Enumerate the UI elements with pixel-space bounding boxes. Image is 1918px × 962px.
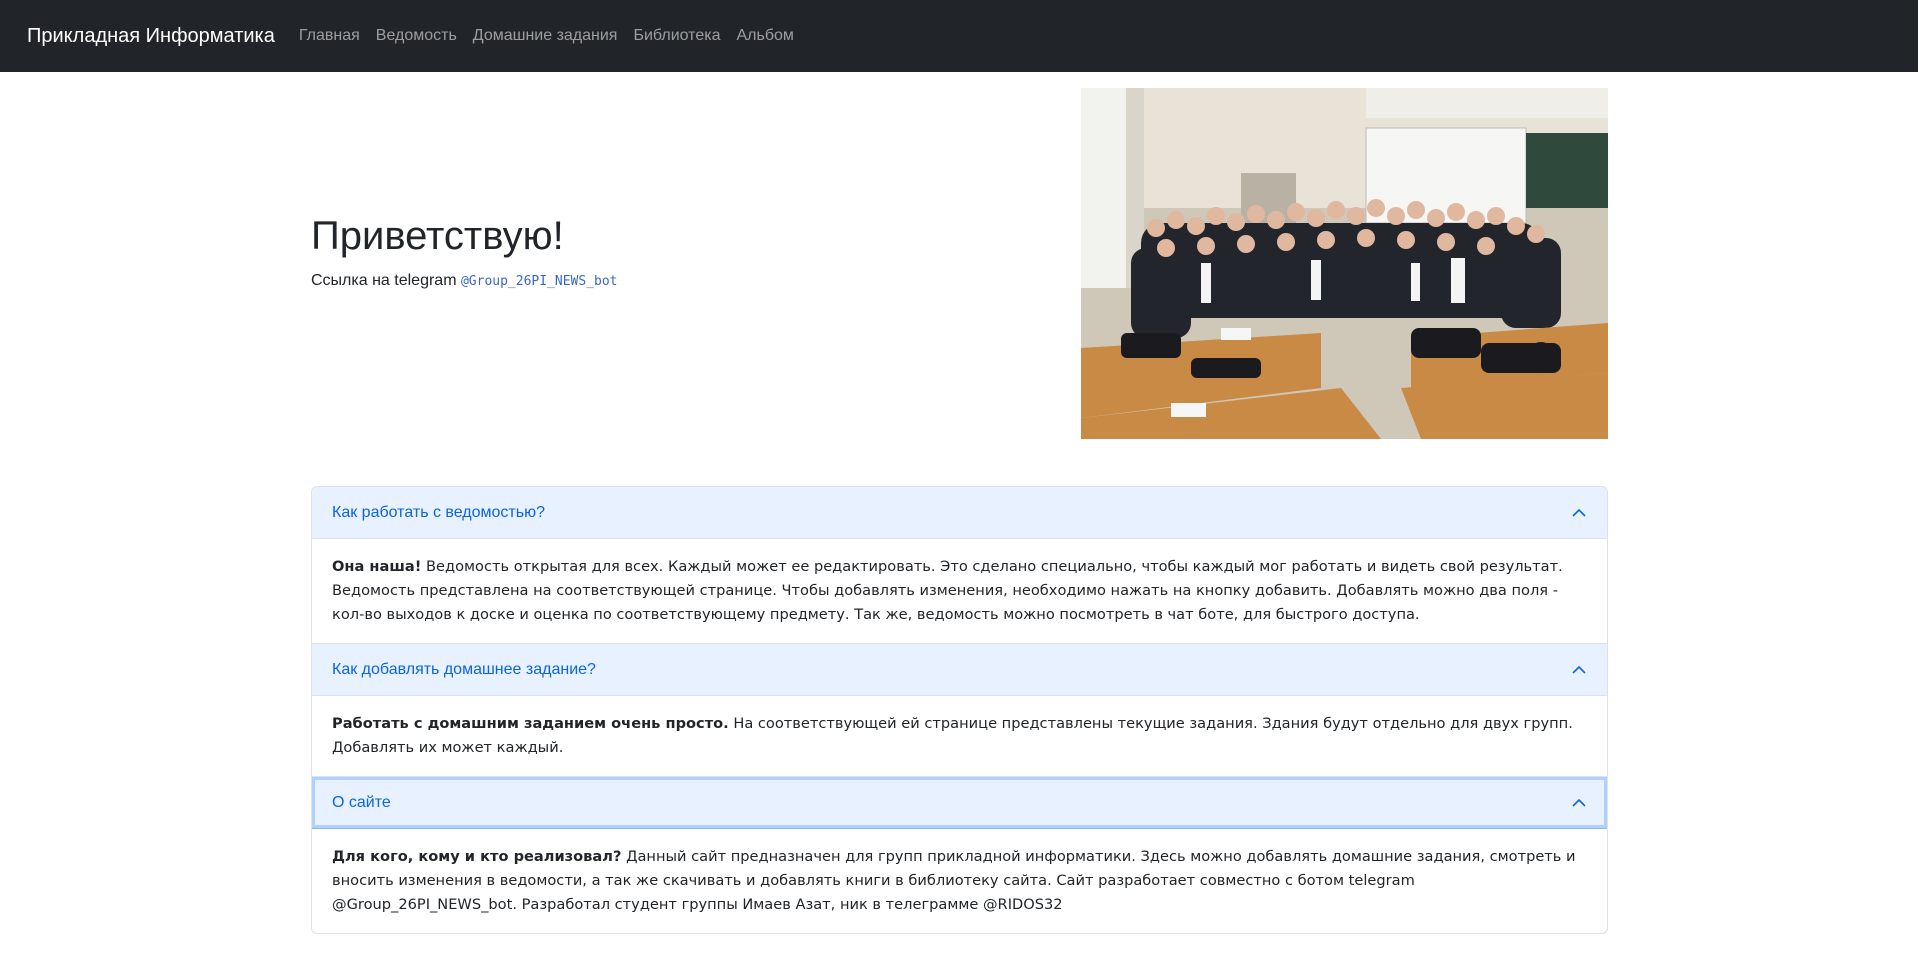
accordion-body-about: Для кого, кому и кто реализовал? Данный … bbox=[312, 829, 1607, 933]
accordion-header-gradebook[interactable]: Как работать с ведомостью? bbox=[312, 487, 1607, 539]
classroom-photo-illustration bbox=[1081, 88, 1608, 439]
chevron-up-icon bbox=[1571, 795, 1587, 811]
telegram-handle: @Group_26PI_NEWS_bot bbox=[460, 274, 618, 289]
accordion-item-homework: Как добавлять домашнее задание? Работать… bbox=[312, 643, 1607, 776]
nav-link-library[interactable]: Библиотека bbox=[633, 27, 720, 45]
accordion-body-strong-homework: Работать с домашним заданием очень прост… bbox=[332, 715, 729, 732]
hero-section: Приветствую! Ссылка на telegram @Group_2… bbox=[311, 212, 931, 292]
accordion-item-gradebook: Как работать с ведомостью? Она наша! Вед… bbox=[312, 487, 1607, 643]
hero-subtitle-prefix: Ссылка на telegram bbox=[311, 272, 461, 289]
chevron-up-icon bbox=[1571, 662, 1587, 678]
accordion-body-homework: Работать с домашним заданием очень прост… bbox=[312, 696, 1607, 776]
hero-subtitle: Ссылка на telegram @Group_26PI_NEWS_bot bbox=[311, 270, 931, 292]
nav-link-home[interactable]: Главная bbox=[299, 27, 360, 45]
accordion-item-about: О сайте Для кого, кому и кто реализовал?… bbox=[312, 776, 1607, 933]
nav-link-homework[interactable]: Домашние задания bbox=[473, 27, 618, 45]
nav-link-album[interactable]: Альбом bbox=[736, 27, 793, 45]
nav-link-gradebook[interactable]: Ведомость bbox=[376, 27, 457, 45]
faq-accordion: Как работать с ведомостью? Она наша! Вед… bbox=[311, 486, 1608, 934]
accordion-title-homework: Как добавлять домашнее задание? bbox=[332, 660, 596, 678]
accordion-title-gradebook: Как работать с ведомостью? bbox=[332, 503, 545, 521]
chevron-up-icon bbox=[1571, 505, 1587, 521]
top-navbar: Прикладная Информатика Главная Ведомость… bbox=[0, 0, 1918, 72]
accordion-body-gradebook: Она наша! Ведомость открытая для всех. К… bbox=[312, 539, 1607, 643]
accordion-body-strong-gradebook: Она наша! bbox=[332, 558, 422, 575]
accordion-title-about: О сайте bbox=[332, 793, 391, 811]
accordion-header-homework[interactable]: Как добавлять домашнее задание? bbox=[312, 644, 1607, 696]
nav-links: Главная Ведомость Домашние задания Библи… bbox=[299, 27, 810, 45]
accordion-body-text-gradebook: Ведомость открытая для всех. Каждый може… bbox=[332, 558, 1563, 623]
navbar-brand[interactable]: Прикладная Информатика bbox=[27, 25, 275, 48]
accordion-body-strong-about: Для кого, кому и кто реализовал? bbox=[332, 848, 622, 865]
accordion-header-about[interactable]: О сайте bbox=[312, 777, 1607, 829]
hero-title: Приветствую! bbox=[311, 214, 564, 258]
group-photo bbox=[1081, 88, 1608, 439]
